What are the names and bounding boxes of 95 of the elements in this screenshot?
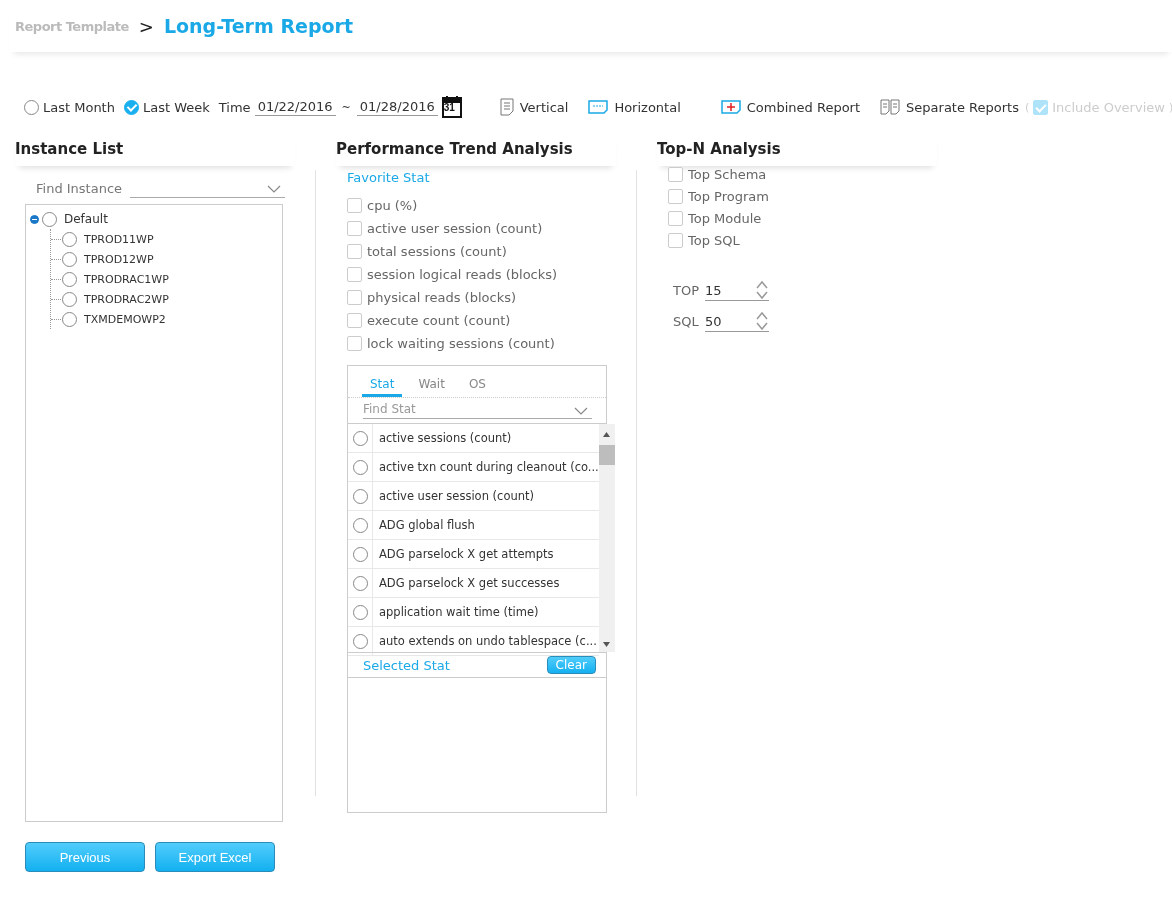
checkbox[interactable]: [668, 188, 683, 204]
tab[interactable]: Wait: [410, 374, 453, 397]
document-plus-icon: [720, 100, 741, 114]
calendar-day: 31: [443, 103, 455, 113]
calendar-button[interactable]: 31: [437, 96, 462, 118]
tree-item[interactable]: TPRODRAC1WP: [84, 272, 169, 286]
date-field[interactable]: 01/28/2016: [356, 98, 438, 116]
checkbox-label: cpu (%): [367, 197, 418, 213]
calendar-icon: [441, 96, 462, 118]
document-icon: [588, 100, 609, 114]
checkbox-label: execute count (count): [367, 312, 511, 328]
list-item[interactable]: active user session (count): [373, 482, 534, 510]
section-title: Top-N Analysis: [657, 132, 937, 166]
collapse-toggle[interactable]: [30, 214, 39, 224]
tab[interactable]: OS: [460, 374, 494, 397]
tree-item[interactable]: TPROD12WP: [84, 252, 154, 266]
list-item[interactable]: ADG parselock X get attempts: [373, 540, 554, 568]
radio-button[interactable]: [62, 231, 77, 247]
toolbar-button[interactable]: Separate Reports: [880, 99, 1019, 115]
checkbox-label: Top Schema: [688, 166, 767, 182]
scrollbar-thumb[interactable]: [598, 445, 615, 465]
up-down-arrows-icon: [755, 311, 769, 331]
scroll-up-icon: [603, 432, 611, 437]
radio-button[interactable]: [62, 311, 77, 327]
scroll-down-icon: [603, 642, 611, 647]
radio-button[interactable]: [352, 633, 368, 649]
checkbox[interactable]: [347, 220, 362, 236]
section-title: Instance List: [15, 132, 295, 166]
scrollbar[interactable]: [598, 424, 615, 652]
radio-label: Last Week: [142, 99, 210, 115]
list-item[interactable]: active txn count during cleanout (co...: [373, 453, 599, 481]
search-label: Find Instance: [36, 180, 123, 196]
list-item[interactable]: ADG parselock X get successes: [373, 569, 560, 597]
radio-button[interactable]: [352, 517, 368, 533]
checkbox-label: Top Module: [688, 210, 762, 226]
field-label: SQL: [673, 314, 699, 329]
checkbox[interactable]: [668, 166, 683, 182]
radio-button[interactable]: [24, 99, 39, 115]
tree-item[interactable]: TPRODRAC2WP: [84, 292, 169, 306]
checkbox-label: lock waiting sessions (count): [367, 335, 555, 351]
radio-button[interactable]: [352, 604, 368, 620]
toolbar-button[interactable]: Horizontal: [588, 99, 681, 115]
search-field[interactable]: Find Stat: [363, 400, 592, 419]
checkbox[interactable]: [347, 289, 362, 305]
toolbar-button[interactable]: Vertical: [499, 98, 569, 116]
chevron-down-icon: [267, 185, 282, 193]
document-icon: [499, 98, 514, 116]
parenthesis: ): [1168, 100, 1172, 114]
tree-item[interactable]: TPROD11WP: [84, 232, 154, 246]
date-separator: ~: [341, 100, 351, 114]
toolbar-button[interactable]: Combined Report: [720, 99, 861, 115]
page-title: Long-Term Report: [163, 15, 353, 37]
field-label: TOP: [673, 283, 699, 298]
radio-label: Last Month: [43, 99, 115, 115]
two-documents-icon: [880, 99, 901, 115]
checkbox[interactable]: [347, 266, 362, 282]
section-subtitle: Selected Stat: [363, 657, 450, 673]
checkbox[interactable]: [668, 232, 683, 248]
time-label: Time: [218, 99, 251, 115]
radio-button[interactable]: [352, 488, 368, 504]
checkbox-label: total sessions (count): [367, 243, 507, 259]
parenthesis: (: [1024, 100, 1030, 114]
checkbox[interactable]: [668, 210, 683, 226]
checkbox[interactable]: [347, 312, 362, 328]
radio-button[interactable]: [123, 99, 139, 115]
radio-button[interactable]: [42, 211, 57, 227]
checkbox[interactable]: [347, 335, 362, 351]
checkbox-label: Top Program: [688, 188, 769, 204]
list-item[interactable]: active sessions (count): [373, 424, 512, 452]
chevron-down-icon: [574, 407, 588, 415]
section-title: Performance Trend Analysis: [336, 132, 616, 166]
checkbox-label: physical reads (blocks): [367, 289, 517, 305]
number-spinner[interactable]: 50: [705, 311, 769, 332]
radio-button[interactable]: [352, 459, 368, 475]
section-subtitle: Favorite Stat: [347, 170, 431, 185]
number-spinner[interactable]: 15: [705, 280, 769, 301]
radio-button[interactable]: [352, 430, 368, 446]
checkbox-label: Top SQL: [688, 232, 740, 248]
date-field[interactable]: 01/22/2016: [254, 98, 336, 116]
up-down-arrows-icon: [755, 280, 769, 300]
checkbox-label: session logical reads (blocks): [367, 266, 558, 282]
tree-item[interactable]: Default: [64, 212, 108, 226]
list-item[interactable]: auto extends on undo tablespace (c...: [373, 627, 597, 655]
radio-button[interactable]: [352, 575, 368, 591]
checkbox[interactable]: [347, 243, 362, 259]
checkbox-label: active user session (count): [367, 220, 543, 236]
radio-button[interactable]: [62, 271, 77, 287]
tree-item[interactable]: TXMDEMOWP2: [84, 312, 166, 326]
list-item[interactable]: application wait time (time): [373, 598, 539, 626]
radio-button[interactable]: [62, 251, 77, 267]
radio-button[interactable]: [62, 291, 77, 307]
checkbox[interactable]: [347, 197, 362, 213]
list-item[interactable]: ADG global flush: [373, 511, 475, 539]
breadcrumb-separator: >: [138, 15, 154, 37]
radio-button[interactable]: [352, 546, 368, 562]
